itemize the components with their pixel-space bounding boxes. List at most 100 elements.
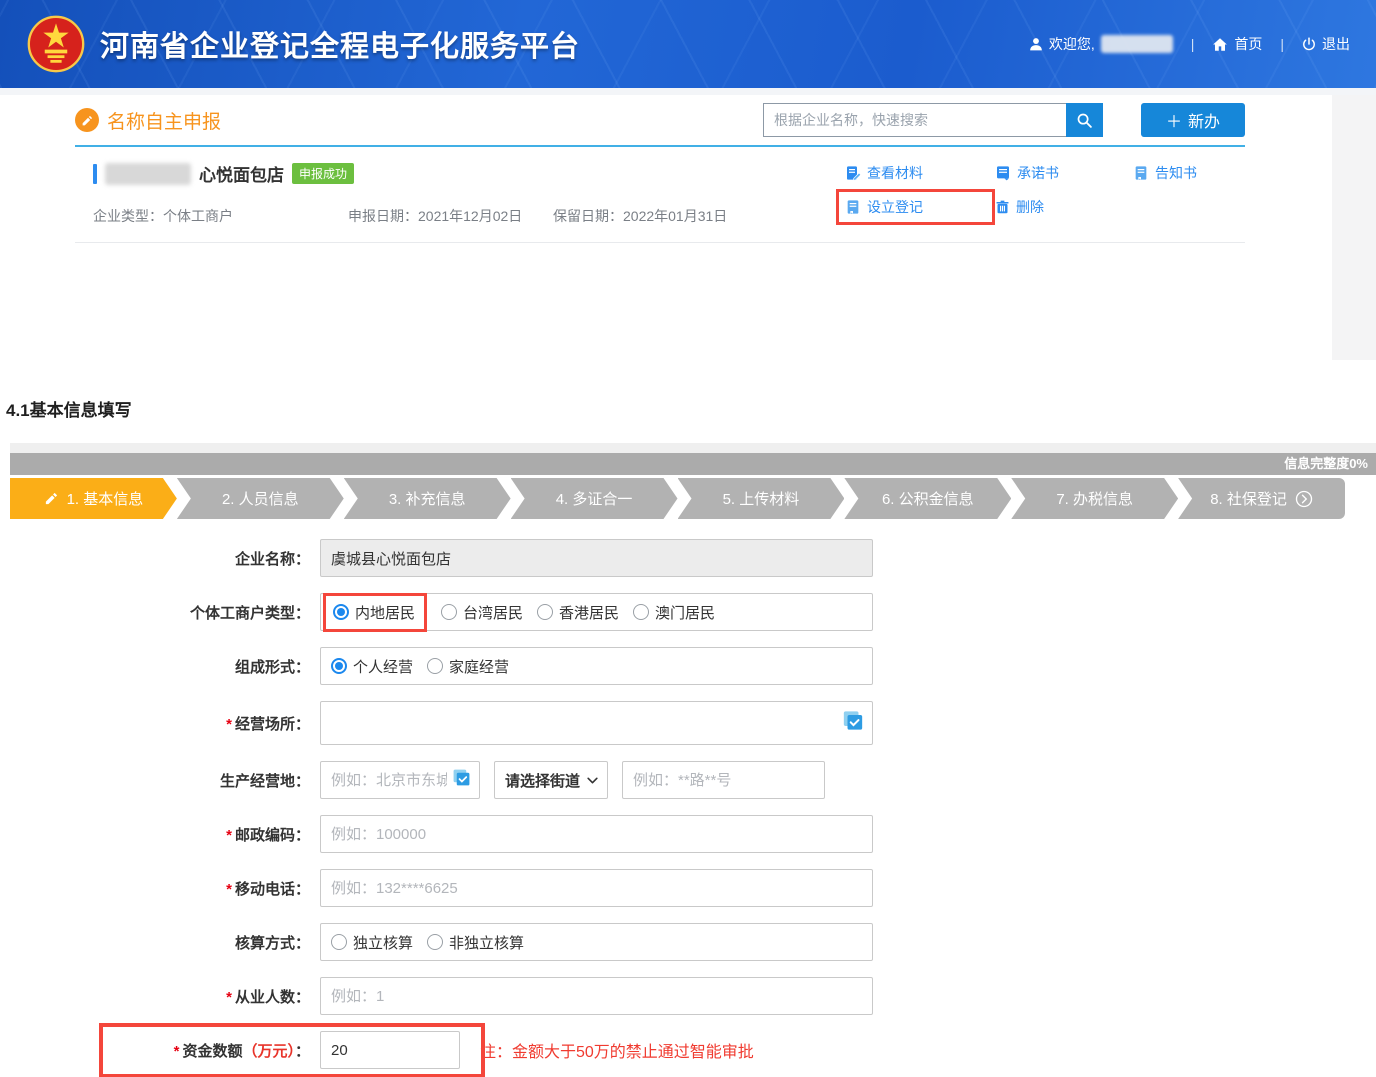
step-label: 3. 补充信息 — [389, 488, 466, 509]
basic-info-form: 企业名称： 个体工商户类型： 内地居民 台湾居民 香港居民 — [0, 519, 1376, 1077]
wizard-steps: 1. 基本信息 2. 人员信息 3. 补充信息 4. 多证合一 5. 上传材料 … — [10, 478, 1345, 519]
field-composition: 组成形式： 个人经营 家庭经营 — [0, 647, 1376, 685]
employees-input[interactable] — [320, 977, 873, 1015]
view-materials-link[interactable]: 查看材料 — [845, 163, 995, 183]
radio-label: 家庭经营 — [449, 656, 509, 677]
user-icon — [1029, 37, 1043, 51]
home-icon — [1212, 37, 1228, 52]
new-application-button[interactable]: ＋ 新办 — [1141, 103, 1245, 137]
field-accounting: 核算方式： 独立核算 非独立核算 — [0, 923, 1376, 961]
radio-macau-resident[interactable]: 澳门居民 — [633, 602, 715, 623]
step-label: 4. 多证合一 — [556, 488, 633, 509]
record-apply-date: 申报日期：2021年12月02日 — [348, 206, 553, 226]
required-mark: * — [226, 716, 232, 733]
street-address-input[interactable] — [622, 761, 825, 799]
logout-label: 退出 — [1322, 34, 1350, 54]
step-social-security[interactable]: 8. 社保登记 — [1178, 478, 1345, 519]
radio-label: 香港居民 — [559, 602, 619, 623]
radio-unselected-icon — [427, 934, 443, 950]
search-button[interactable] — [1066, 103, 1103, 137]
radio-unselected-icon — [441, 604, 457, 620]
radio-individual-operation[interactable]: 个人经营 — [331, 656, 413, 677]
step-housing-fund[interactable]: 6. 公积金信息 — [844, 478, 1011, 519]
view-materials-label: 查看材料 — [867, 163, 923, 183]
edit-badge-icon — [75, 108, 99, 132]
plus-icon: ＋ — [1166, 108, 1182, 132]
step-supplementary-info[interactable]: 3. 补充信息 — [344, 478, 511, 519]
document-icon — [845, 199, 861, 215]
required-mark: * — [226, 881, 232, 898]
search-input[interactable] — [763, 103, 1066, 137]
redacted-username — [1101, 35, 1173, 53]
field-capital: *资金数额（万元）： 注：金额大于50万的禁止通过智能审批 — [0, 1031, 1376, 1069]
radio-family-operation[interactable]: 家庭经营 — [427, 656, 509, 677]
radio-non-independent-accounting[interactable]: 非独立核算 — [427, 932, 524, 953]
employees-label: *从业人数： — [0, 986, 320, 1007]
radio-label: 内地居民 — [355, 602, 415, 623]
step-label: 5. 上传材料 — [723, 488, 800, 509]
radio-hongkong-resident[interactable]: 香港居民 — [537, 602, 619, 623]
delete-label: 删除 — [1016, 197, 1044, 217]
owner-type-group: 内地居民 台湾居民 香港居民 澳门居民 — [320, 593, 873, 631]
page-background-strip — [1332, 95, 1376, 360]
name-declaration-panel: 名称自主申报 ＋ 新办 心悦面 — [0, 95, 1376, 360]
home-label: 首页 — [1234, 34, 1262, 54]
capital-note: 注：金额大于50万的禁止通过智能审批 — [480, 1038, 754, 1062]
record-accent-bar — [93, 164, 97, 184]
page-title: 河南省企业登记全程电子化服务平台 — [100, 23, 580, 65]
subheader-strip — [0, 88, 1376, 95]
field-owner-type: 个体工商户类型： 内地居民 台湾居民 香港居民 — [0, 593, 1376, 631]
radio-mainland-resident[interactable]: 内地居民 — [333, 602, 415, 623]
radio-selected-icon — [331, 658, 347, 674]
commitment-letter-link[interactable]: 承诺书 — [995, 163, 1133, 183]
production-place-label: 生产经营地： — [0, 770, 320, 791]
step-label: 2. 人员信息 — [222, 488, 299, 509]
header-divider: | — [1185, 36, 1201, 52]
accounting-group: 独立核算 非独立核算 — [320, 923, 873, 961]
field-production-place: 生产经营地： 请选择街道 — [0, 761, 1376, 799]
step-tax-info[interactable]: 7. 办税信息 — [1011, 478, 1178, 519]
header-divider: | — [1274, 36, 1290, 52]
required-mark: * — [226, 827, 232, 844]
postcode-input[interactable] — [320, 815, 873, 853]
address-picker-icon[interactable] — [842, 710, 864, 737]
composition-label: 组成形式： — [0, 656, 320, 677]
power-icon — [1302, 37, 1316, 51]
pencil-icon — [44, 491, 59, 506]
app-header: 河南省企业登记全程电子化服务平台 欢迎您, | 首页 | 退出 — [0, 0, 1376, 88]
user-menu[interactable]: 欢迎您, — [1029, 34, 1173, 54]
document-icon — [1133, 165, 1149, 181]
home-link[interactable]: 首页 — [1212, 34, 1262, 54]
premises-input[interactable] — [320, 701, 873, 745]
mobile-label: *移动电话： — [0, 878, 320, 899]
capital-input[interactable] — [320, 1031, 460, 1069]
annotation-box-establish-register: 设立登记 — [836, 189, 995, 225]
notice-letter-link[interactable]: 告知书 — [1133, 163, 1245, 183]
radio-unselected-icon — [633, 604, 649, 620]
radio-independent-accounting[interactable]: 独立核算 — [331, 932, 413, 953]
national-emblem-logo — [26, 14, 86, 74]
radio-taiwan-resident[interactable]: 台湾居民 — [441, 602, 523, 623]
street-select[interactable]: 请选择街道 — [494, 761, 608, 799]
step-label: 1. 基本信息 — [67, 488, 144, 509]
accounting-label: 核算方式： — [0, 932, 320, 953]
street-select-value: 请选择街道 — [505, 770, 580, 791]
logout-link[interactable]: 退出 — [1302, 34, 1350, 54]
establish-register-link[interactable]: 设立登记 — [845, 197, 980, 217]
radio-label: 非独立核算 — [449, 932, 524, 953]
field-company-name: 企业名称： — [0, 539, 1376, 577]
radio-label: 独立核算 — [353, 932, 413, 953]
delete-link[interactable]: 删除 — [995, 197, 1133, 217]
field-mobile: *移动电话： — [0, 869, 1376, 907]
company-name-label: 企业名称： — [0, 548, 320, 569]
step-basic-info[interactable]: 1. 基本信息 — [10, 478, 177, 519]
step-personnel-info[interactable]: 2. 人员信息 — [177, 478, 344, 519]
record-retain-date: 保留日期：2022年01月31日 — [553, 206, 727, 226]
doc-section-heading: 4.1基本信息填写 — [6, 396, 1376, 421]
radio-unselected-icon — [537, 604, 553, 620]
district-picker-icon[interactable] — [452, 768, 471, 792]
mobile-input[interactable] — [320, 869, 873, 907]
composition-group: 个人经营 家庭经营 — [320, 647, 873, 685]
step-upload-materials[interactable]: 5. 上传材料 — [678, 478, 845, 519]
step-multi-cert[interactable]: 4. 多证合一 — [511, 478, 678, 519]
